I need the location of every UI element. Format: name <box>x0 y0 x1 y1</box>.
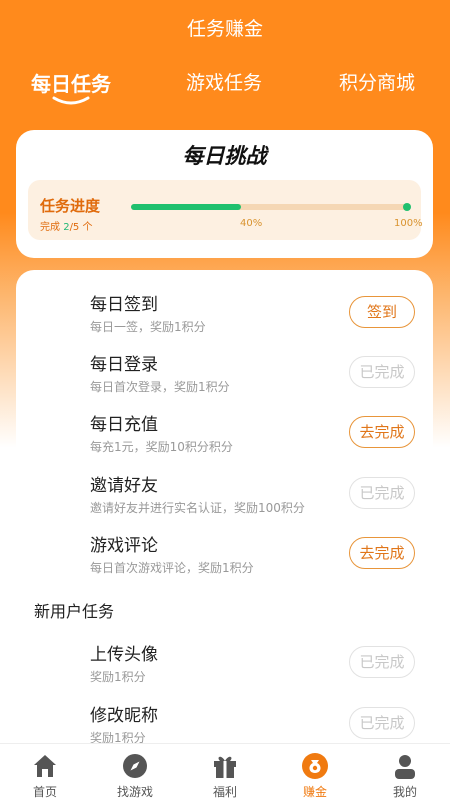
task-name: 每日签到 <box>90 295 158 315</box>
task-desc: 奖励1积分 <box>90 670 146 684</box>
task-name: 每日充值 <box>90 415 158 435</box>
page-title: 任务赚金 <box>186 18 263 40</box>
nav-label: 找游戏 <box>116 785 153 799</box>
nav-label: 赚金 <box>302 785 327 799</box>
progress-count: 完成 2/5 个 <box>40 222 93 233</box>
task-row: 每日签到 每日一签，奖励1积分 签到 <box>16 290 433 346</box>
compass-icon <box>123 754 147 778</box>
task-progress-box: 任务进度 完成 2/5 个 40% 100% <box>28 180 423 240</box>
task-row: 每日充值 每充1元，奖励10积分积分 去完成 <box>16 410 433 466</box>
progress-mid-label: 40% <box>240 218 263 229</box>
task-desc: 每日首次游戏评论，奖励1积分 <box>90 561 254 575</box>
task-name: 游戏评论 <box>90 536 158 556</box>
task-desc: 每充1元，奖励10积分积分 <box>90 440 233 454</box>
task-row: 邀请好友 邀请好友并进行实名认证，奖励100积分 已完成 <box>16 471 433 527</box>
nav-home[interactable]: 首页 <box>0 744 90 800</box>
progress-end-label: 100% <box>394 218 423 229</box>
home-icon <box>34 755 56 777</box>
progress-label: 任务进度 <box>40 197 101 215</box>
task-name: 上传头像 <box>90 645 158 665</box>
progress-end-dot <box>403 203 411 211</box>
nav-mine[interactable]: 我的 <box>360 744 450 800</box>
tab-points-mall[interactable]: 积分商城 <box>339 68 415 95</box>
task-list-card: 每日签到 每日一签，奖励1积分 签到 每日登录 每日首次登录，奖励1积分 已完成… <box>16 270 433 790</box>
completed-button[interactable]: 已完成 <box>349 707 415 739</box>
task-desc: 邀请好友并进行实名认证，奖励100积分 <box>90 501 305 515</box>
sign-in-button[interactable]: 签到 <box>349 296 415 328</box>
task-name: 邀请好友 <box>90 476 158 496</box>
user-icon <box>395 755 415 779</box>
nav-label: 首页 <box>32 785 57 799</box>
task-desc: 每日首次登录，奖励1积分 <box>90 380 230 394</box>
nav-label: 我的 <box>392 785 417 799</box>
completed-button[interactable]: 已完成 <box>349 646 415 678</box>
progress-bar-fill <box>131 204 242 210</box>
task-row: 上传头像 奖励1积分 已完成 <box>16 640 433 696</box>
go-complete-button[interactable]: 去完成 <box>349 537 415 569</box>
nav-earn[interactable]: 赚金 <box>270 744 360 800</box>
gift-icon <box>214 756 236 778</box>
active-tab-indicator <box>52 96 90 105</box>
new-user-section-title: 新用户任务 <box>34 602 115 621</box>
daily-challenge-card: 每日挑战 任务进度 完成 2/5 个 40% 100% <box>16 130 433 258</box>
task-row: 游戏评论 每日首次游戏评论，奖励1积分 去完成 <box>16 531 433 587</box>
tab-daily-tasks[interactable]: 每日任务 <box>31 68 111 97</box>
progress-bar-track <box>131 203 411 211</box>
nav-welfare[interactable]: 福利 <box>180 744 270 800</box>
tab-game-tasks[interactable]: 游戏任务 <box>186 68 262 95</box>
go-complete-button[interactable]: 去完成 <box>349 416 415 448</box>
task-row: 每日登录 每日首次登录，奖励1积分 已完成 <box>16 350 433 406</box>
challenge-title: 每日挑战 <box>182 144 267 168</box>
task-desc: 每日一签，奖励1积分 <box>90 320 206 334</box>
task-name: 修改昵称 <box>90 706 158 726</box>
nav-find-games[interactable]: 找游戏 <box>90 744 180 800</box>
coin-bag-icon <box>302 753 328 779</box>
completed-button[interactable]: 已完成 <box>349 477 415 509</box>
task-name: 每日登录 <box>90 355 158 375</box>
completed-button[interactable]: 已完成 <box>349 356 415 388</box>
bottom-nav: 首页 找游戏 福利 赚金 我的 <box>0 743 450 800</box>
nav-label: 福利 <box>212 785 237 799</box>
